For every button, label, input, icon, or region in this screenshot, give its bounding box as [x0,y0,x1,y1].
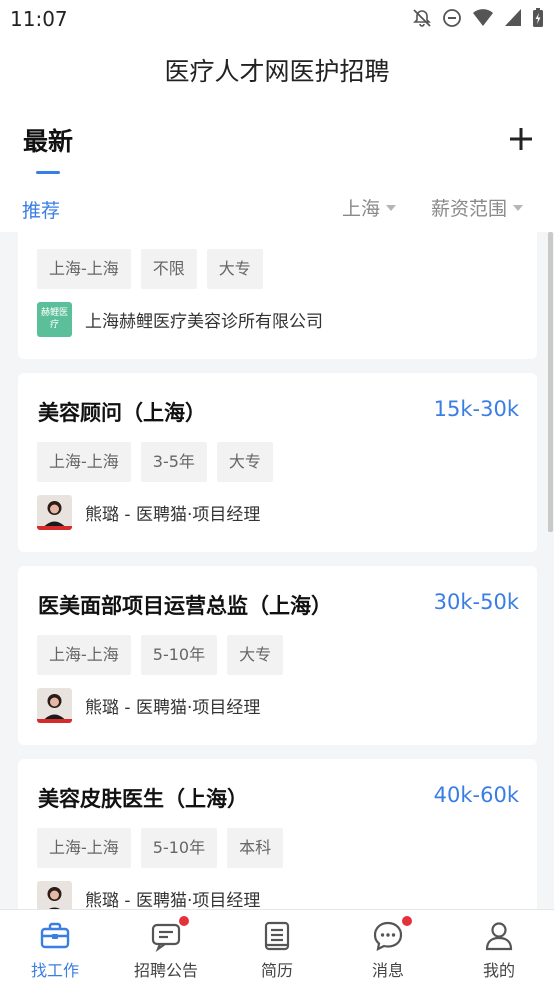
briefcase-icon [40,922,70,949]
nav-label: 简历 [260,961,293,980]
nav-label: 招聘公告 [133,961,198,980]
job-tag: 上海-上海 [37,249,131,289]
job-tag: 大专 [206,249,263,289]
do-not-disturb-icon [443,9,461,27]
job-salary: 15k-30k [433,397,519,421]
recruiter-avatar [37,495,72,530]
caret-down-icon [386,204,397,211]
nav-announcements[interactable]: 招聘公告 [111,910,221,985]
job-tag: 大专 [216,442,273,482]
nav-messages[interactable]: 消息 [333,910,443,985]
nav-label: 消息 [371,961,404,980]
wifi-icon [473,9,493,26]
job-meta: 赫鲤医疗 上海赫鲤医疗美容诊所有限公司 [37,302,323,337]
scrollbar[interactable] [548,232,553,532]
document-icon [264,921,290,951]
job-tags: 上海-上海 5-10年 本科 [37,828,284,868]
notifications-off-icon [413,9,431,27]
caret-down-icon [513,204,524,211]
nav-profile[interactable]: 我的 [444,910,554,985]
job-title: 医美面部项目运营总监（上海） [38,594,332,618]
salary-filter-label: 薪资范围 [431,198,508,220]
job-list[interactable]: 上海-上海 不限 大专 赫鲤医疗 上海赫鲤医疗美容诊所有限公司 美容顾问（上海）… [0,232,554,909]
bottom-nav: 找工作 招聘公告 简历 消息 我的 [0,909,554,985]
user-icon [485,922,513,951]
filter-recommend-tab[interactable]: 推荐 [22,196,60,223]
add-icon[interactable] [506,124,536,154]
nav-label: 我的 [482,961,515,980]
cell-signal-icon [505,9,521,26]
message-square-icon [151,923,181,952]
recruiter-info: 熊璐 - 医聘猫·项目经理 [85,698,261,718]
job-tag: 本科 [227,828,284,868]
job-tags: 上海-上海 不限 大专 [37,249,263,289]
job-tag: 5-10年 [140,828,218,868]
job-tag: 大专 [227,635,284,675]
job-card[interactable]: 上海-上海 不限 大专 赫鲤医疗 上海赫鲤医疗美容诊所有限公司 [18,232,537,359]
chat-bubble-icon [373,921,403,951]
nav-label: 找工作 [30,961,79,980]
job-salary: 30k-50k [433,590,519,614]
battery-charging-icon [533,8,543,27]
company-logo: 赫鲤医疗 [37,302,72,337]
job-tag: 不限 [140,249,197,289]
notification-badge [402,916,412,926]
company-name: 上海赫鲤医疗美容诊所有限公司 [85,312,323,332]
status-icons [412,8,544,28]
job-meta: 熊璐 - 医聘猫·项目经理 [37,688,260,723]
recruiter-avatar [37,688,72,723]
status-time: 11:07 [10,7,68,31]
job-card[interactable]: 医美面部项目运营总监（上海） 30k-50k 上海-上海 5-10年 大专 熊璐… [18,566,537,745]
job-card[interactable]: 美容顾问（上海） 15k-30k 上海-上海 3-5年 大专 熊璐 - 医聘猫·… [18,373,537,552]
job-tag: 上海-上海 [37,828,131,868]
section-title-latest[interactable]: 最新 [23,122,73,158]
job-tag: 5-10年 [140,635,218,675]
status-bar: 11:07 [0,0,554,38]
city-filter-label: 上海 [342,198,381,220]
job-tag: 上海-上海 [37,635,131,675]
section-tab-indicator [36,171,60,174]
salary-filter-dropdown[interactable]: 薪资范围 [431,194,524,221]
job-salary: 40k-60k [433,783,519,807]
job-meta: 熊璐 - 医聘猫·项目经理 [37,495,260,530]
job-tag: 3-5年 [140,442,207,482]
job-tags: 上海-上海 3-5年 大专 [37,442,273,482]
nav-resume[interactable]: 简历 [222,910,332,985]
app-title: 医疗人才网医护招聘 [164,57,390,86]
job-card[interactable]: 美容皮肤医生（上海） 40k-60k 上海-上海 5-10年 本科 熊璐 - 医… [18,759,537,909]
recruiter-avatar [37,881,72,909]
recruiter-info: 熊璐 - 医聘猫·项目经理 [85,505,261,525]
notification-badge [179,916,189,926]
job-tag: 上海-上海 [37,442,131,482]
job-title: 美容顾问（上海） [38,401,206,425]
city-filter-dropdown[interactable]: 上海 [342,194,397,221]
nav-find-job[interactable]: 找工作 [0,910,110,985]
job-tags: 上海-上海 5-10年 大专 [37,635,284,675]
recruiter-info: 熊璐 - 医聘猫·项目经理 [85,891,261,909]
job-title: 美容皮肤医生（上海） [38,787,248,811]
job-meta: 熊璐 - 医聘猫·项目经理 [37,881,260,909]
